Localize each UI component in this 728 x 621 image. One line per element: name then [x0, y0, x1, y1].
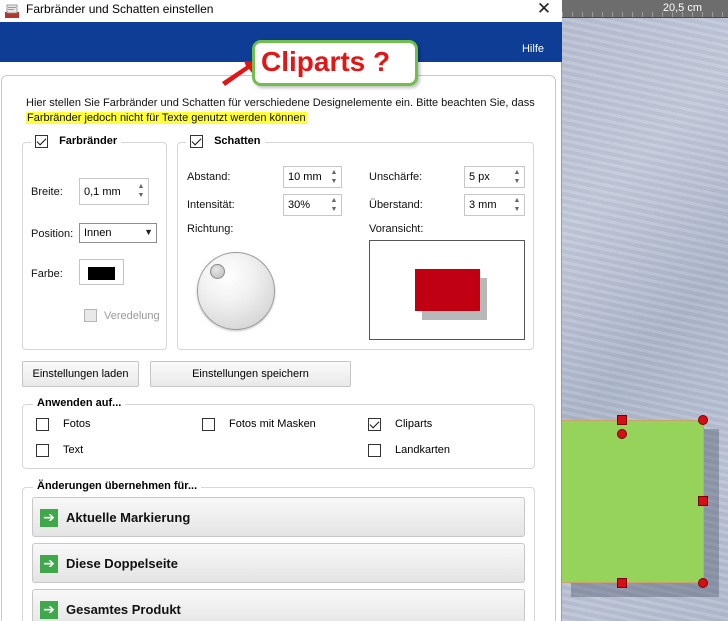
option-label: Text [63, 444, 84, 457]
ruler: 20,5 cm [562, 0, 728, 18]
apply-double-page-button[interactable]: ➔ Diese Doppelseite [32, 543, 525, 583]
width-label: Breite: [31, 186, 63, 198]
rotate-handle[interactable] [617, 429, 627, 439]
direction-label: Richtung: [187, 223, 234, 235]
stepper-arrows-icon[interactable]: ▲ ▼ [512, 196, 522, 214]
apply-whole-product-button[interactable]: ➔ Gesamtes Produkt [32, 589, 525, 621]
apply-option-landkarten[interactable]: Landkarten [368, 444, 450, 457]
app-icon [5, 4, 19, 18]
color-label: Farbe: [31, 268, 63, 280]
resize-handle-bottom-right[interactable] [698, 578, 708, 588]
dial-handle[interactable] [210, 264, 225, 279]
refine-checkbox[interactable] [84, 309, 97, 322]
overhang-label: Überstand: [369, 199, 423, 211]
distance-label: Abstand: [187, 171, 231, 183]
border-group-title: Farbränder [59, 135, 118, 148]
apply-option-fotos[interactable]: Fotos [36, 418, 91, 431]
blur-label: Unschärfe: [369, 171, 423, 183]
position-value: Innen [84, 227, 112, 239]
intro-line-2-highlight: Farbränder jedoch nicht für Texte genutz… [26, 112, 307, 124]
ruler-ticks [562, 12, 728, 17]
border-color-picker[interactable] [79, 259, 124, 285]
refine-label: Veredelung [104, 310, 160, 322]
distance-value: 10 mm [288, 171, 322, 183]
resize-handle-top[interactable] [617, 415, 627, 425]
intro-line-1: Hier stellen Sie Farbränder und Schatten… [26, 97, 535, 109]
border-enable-checkbox[interactable] [35, 135, 48, 148]
option-label: Cliparts [395, 418, 433, 431]
callout-text: Cliparts ? [261, 46, 391, 77]
shadow-preview [369, 240, 525, 340]
apply-group: Anwenden auf... [22, 397, 535, 469]
intensity-stepper[interactable]: 30% ▲ ▼ [283, 194, 342, 216]
stepper-arrows-icon[interactable]: ▲ ▼ [329, 196, 339, 214]
shadow-group-header: Schatten [186, 135, 265, 148]
arrow-right-icon: ➔ [40, 555, 58, 573]
border-width-stepper[interactable]: 0,1 mm ▲ ▼ [79, 178, 149, 205]
selected-clipart[interactable] [562, 420, 704, 583]
save-settings-button[interactable]: Einstellungen speichern [150, 361, 351, 387]
arrow-right-icon: ➔ [40, 601, 58, 619]
close-button[interactable]: ✕ [534, 0, 554, 20]
intensity-label: Intensität: [187, 199, 235, 211]
shadow-group-title: Schatten [214, 135, 261, 148]
stepper-arrows-icon[interactable]: ▲ ▼ [512, 168, 522, 186]
stepper-arrows-icon[interactable]: ▲ ▼ [136, 182, 146, 200]
direction-dial[interactable] [197, 252, 275, 330]
checkbox[interactable] [368, 444, 381, 457]
help-link[interactable]: Hilfe [522, 43, 544, 55]
position-label: Position: [31, 228, 74, 240]
shadow-enable-checkbox[interactable] [190, 135, 203, 148]
blur-value: 5 px [469, 171, 490, 183]
blur-stepper[interactable]: 5 px ▲ ▼ [464, 166, 525, 188]
preview-label: Voransicht: [369, 223, 424, 235]
preview-shape [415, 269, 480, 311]
apply-option-text[interactable]: Text [36, 444, 83, 457]
intro-text: Hier stellen Sie Farbränder und Schatten… [26, 96, 546, 126]
resize-handle-bottom[interactable] [617, 578, 627, 588]
stepper-arrows-icon[interactable]: ▲ ▼ [329, 168, 339, 186]
distance-stepper[interactable]: 10 mm ▲ ▼ [283, 166, 342, 188]
window-title: Farbränder und Schatten einstellen [26, 2, 214, 16]
resize-handle-top-right[interactable] [698, 415, 708, 425]
border-color-swatch [88, 267, 115, 280]
apply-option-cliparts[interactable]: Cliparts [368, 418, 432, 431]
chevron-down-icon: ▼ [144, 227, 153, 237]
option-label: Landkarten [395, 444, 451, 457]
option-label: Fotos [63, 418, 91, 431]
apply-group-title: Anwenden auf... [33, 397, 126, 409]
shadow-border-dialog: Farbränder und Schatten einstellen ✕ Hil… [0, 0, 562, 621]
position-select[interactable]: Innen ▼ [79, 223, 157, 243]
checkbox[interactable] [36, 418, 49, 431]
checkbox[interactable] [202, 418, 215, 431]
overhang-value: 3 mm [469, 199, 497, 211]
checkbox[interactable] [368, 418, 381, 431]
resize-handle-right[interactable] [698, 496, 708, 506]
apply-option-fotos-masken[interactable]: Fotos mit Masken [202, 418, 316, 431]
ruler-value: 20,5 cm [662, 2, 702, 14]
action-label: Gesamtes Produkt [66, 602, 181, 617]
option-label: Fotos mit Masken [229, 418, 316, 431]
apply-current-selection-button[interactable]: ➔ Aktuelle Markierung [32, 497, 525, 537]
border-group-header: Farbränder [31, 135, 122, 148]
action-label: Diese Doppelseite [66, 556, 178, 571]
checkbox[interactable] [36, 444, 49, 457]
border-width-value: 0,1 mm [84, 186, 121, 198]
load-settings-button[interactable]: Einstellungen laden [22, 361, 139, 387]
intensity-value: 30% [288, 199, 311, 211]
title-bar: Farbränder und Schatten einstellen ✕ [0, 0, 562, 22]
action-label: Aktuelle Markierung [66, 510, 191, 525]
changes-group-title: Änderungen übernehmen für... [33, 480, 202, 492]
arrow-right-icon: ➔ [40, 509, 58, 527]
overhang-stepper[interactable]: 3 mm ▲ ▼ [464, 194, 525, 216]
annotation-callout: Cliparts ? [252, 40, 418, 86]
